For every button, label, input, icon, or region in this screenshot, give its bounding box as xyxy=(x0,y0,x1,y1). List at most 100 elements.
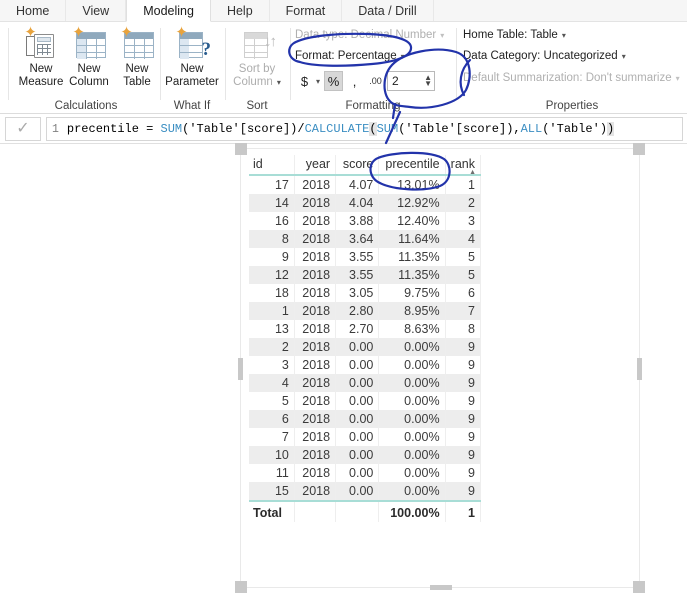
ribbon-group-formatting: Data type: Decimal Number ▾ Format: Perc… xyxy=(291,22,455,114)
table-row[interactable]: 14 2018 4.04 12.92% 2 xyxy=(249,194,482,212)
tab-data-drill-label: Data / Drill xyxy=(358,3,417,18)
cell-rank: 3 xyxy=(445,212,482,230)
table-row[interactable]: 1 2018 2.80 8.95% 7 xyxy=(249,302,482,320)
thousands-separator-button[interactable]: , xyxy=(345,71,364,91)
table-row[interactable]: 16 2018 3.88 12.40% 3 xyxy=(249,212,482,230)
new-table-icon: ✦ xyxy=(118,25,156,60)
cell-id: 17 xyxy=(249,175,295,194)
cell-id: 16 xyxy=(249,212,295,230)
resize-handle-top-right[interactable] xyxy=(633,143,645,155)
total-score xyxy=(335,501,380,522)
group-label-whatif: What If xyxy=(173,100,211,112)
table-visual[interactable]: id year score precentile rank ▲ 17 2018 4.… xyxy=(235,143,645,593)
cell-year: 2018 xyxy=(294,248,337,266)
formula-input[interactable]: 1 precentile = SUM('Table'[score])/CALCU… xyxy=(46,117,683,141)
cell-precentile: 0.00% xyxy=(378,374,446,392)
resize-handle-bottom-center[interactable] xyxy=(430,585,452,590)
cell-year: 2018 xyxy=(294,446,337,464)
format-dropdown[interactable]: Format: Percentage ▾ xyxy=(295,50,405,62)
resize-handle-top-left[interactable] xyxy=(235,143,247,155)
new-parameter-icon: ✦ ? xyxy=(175,24,211,60)
tab-modeling-label: Modeling xyxy=(143,3,194,18)
cell-year: 2018 xyxy=(294,230,337,248)
cell-score: 0.00 xyxy=(335,428,380,446)
sort-indicator-icon: ▲ xyxy=(469,169,476,176)
ribbon-group-calculations: ✦ New Measure ✦ New Column ✦ New Table C… xyxy=(9,22,163,114)
cell-score: 3.64 xyxy=(335,230,380,248)
column-header-rank[interactable]: rank ▲ xyxy=(445,155,482,176)
tab-modeling[interactable]: Modeling xyxy=(126,0,211,22)
cell-precentile: 13.01% xyxy=(378,175,446,194)
cell-precentile: 0.00% xyxy=(378,446,446,464)
cell-id: 10 xyxy=(249,446,295,464)
cell-precentile: 0.00% xyxy=(378,482,446,501)
tab-home-label: Home xyxy=(16,3,50,18)
cell-score: 2.80 xyxy=(335,302,380,320)
new-column-icon: ✦ xyxy=(70,25,108,60)
cell-score: 3.88 xyxy=(335,212,380,230)
table-row[interactable]: 12 2018 3.55 11.35% 5 xyxy=(249,266,482,284)
tab-help[interactable]: Help xyxy=(210,0,270,21)
resize-handle-bottom-right[interactable] xyxy=(633,581,645,593)
currency-format-button[interactable]: $ xyxy=(295,71,314,91)
checkmark-icon: ✓ xyxy=(16,120,30,137)
sort-by-column-button[interactable]: ↓↑ Sort by Column ▾ xyxy=(229,26,285,96)
table-row[interactable]: 9 2018 3.55 11.35% 5 xyxy=(249,248,482,266)
tab-help-label: Help xyxy=(226,3,253,18)
tab-data-drill[interactable]: Data / Drill xyxy=(342,0,434,21)
default-summarization-dropdown[interactable]: Default Summarization: Don't summarize ▾ xyxy=(463,72,680,84)
cell-rank: 9 xyxy=(445,464,482,482)
cell-precentile: 0.00% xyxy=(378,356,446,374)
cell-id: 7 xyxy=(249,428,295,446)
resize-handle-left-center[interactable] xyxy=(238,358,243,380)
tab-home[interactable]: Home xyxy=(0,0,67,21)
cell-year: 2018 xyxy=(294,212,337,230)
commit-formula-button[interactable]: ✓ xyxy=(5,117,41,141)
report-canvas[interactable]: id year score precentile rank ▲ 17 2018 4.… xyxy=(0,143,687,602)
group-label-formatting: Formatting xyxy=(345,100,401,112)
cell-precentile: 0.00% xyxy=(378,464,446,482)
table-row[interactable]: 15 2018 0.00 0.00% 9 xyxy=(249,482,482,501)
group-label-calculations: Calculations xyxy=(54,100,118,112)
cell-year: 2018 xyxy=(294,374,337,392)
table-row[interactable]: 18 2018 3.05 9.75% 6 xyxy=(249,284,482,302)
cell-id: 11 xyxy=(249,464,295,482)
cell-rank: 9 xyxy=(445,446,482,464)
data-type-dropdown[interactable]: Data type: Decimal Number ▾ xyxy=(295,29,444,41)
table-row[interactable]: 8 2018 3.64 11.64% 4 xyxy=(249,230,482,248)
data-category-dropdown[interactable]: Data Category: Uncategorized ▾ xyxy=(463,50,626,62)
table-row[interactable]: 13 2018 2.70 8.63% 8 xyxy=(249,320,482,338)
column-header-precentile[interactable]: precentile xyxy=(378,155,446,175)
tab-view[interactable]: View xyxy=(66,0,127,21)
cell-year: 2018 xyxy=(294,320,337,338)
resize-handle-bottom-left[interactable] xyxy=(235,581,247,593)
column-header-year[interactable]: year xyxy=(294,155,337,175)
percent-format-button[interactable]: % xyxy=(324,71,344,91)
table-row[interactable]: 6 2018 0.00 0.00% 9 xyxy=(249,410,482,428)
table-row[interactable]: 4 2018 0.00 0.00% 9 xyxy=(249,374,482,392)
table-row[interactable]: 3 2018 0.00 0.00% 9 xyxy=(249,356,482,374)
resize-handle-right-center[interactable] xyxy=(637,358,642,380)
column-header-score[interactable]: score xyxy=(335,155,380,175)
home-table-dropdown[interactable]: Home Table: Table ▾ xyxy=(463,29,566,41)
cell-id: 8 xyxy=(249,230,295,248)
decimal-places-stepper[interactable]: 2 ▲ ▼ xyxy=(387,71,436,91)
table-row[interactable]: 10 2018 0.00 0.00% 9 xyxy=(249,446,482,464)
data-type-label: Data type: Decimal Number xyxy=(295,29,437,41)
table-row[interactable]: 2 2018 0.00 0.00% 9 xyxy=(249,338,482,356)
cell-year: 2018 xyxy=(294,302,337,320)
new-parameter-button[interactable]: ✦ ? New Parameter xyxy=(164,24,220,96)
table-row[interactable]: 7 2018 0.00 0.00% 9 xyxy=(249,428,482,446)
stepper-arrows-icon[interactable]: ▲ ▼ xyxy=(424,74,432,88)
decimal-places-icon-button[interactable]: .00 xyxy=(366,71,385,91)
table-row[interactable]: 5 2018 0.00 0.00% 9 xyxy=(249,392,482,410)
cell-rank: 2 xyxy=(445,194,482,212)
cell-rank: 7 xyxy=(445,302,482,320)
column-header-id[interactable]: id xyxy=(249,155,295,175)
cell-rank: 5 xyxy=(445,266,482,284)
power-bi-window: Home View Modeling Help Format Data / Dr… xyxy=(0,0,687,602)
table-row[interactable]: 11 2018 0.00 0.00% 9 xyxy=(249,464,482,482)
table-row[interactable]: 17 2018 4.07 13.01% 1 xyxy=(249,175,482,194)
new-table-button[interactable]: ✦ New Table xyxy=(109,25,165,96)
tab-format[interactable]: Format xyxy=(269,0,343,21)
